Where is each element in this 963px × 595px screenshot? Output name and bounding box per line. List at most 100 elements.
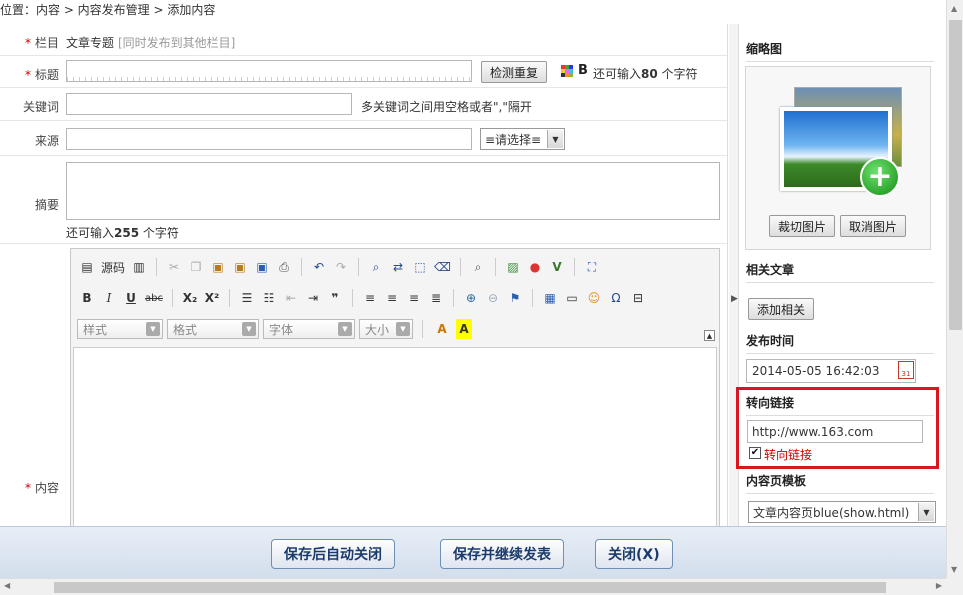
rich-text-editor: ▤ 源码 ▥ ✂ ❐ ▣ ▣ ▣ ⎙ ↶ ↷ ⌕ ⇄ ⬚ ⌫ ⌕ ▨ ● V ⛶ xyxy=(70,248,720,526)
chevron-down-icon: ▼ xyxy=(547,130,563,148)
editor-toolbar-2: B I U abc X₂ X² ☰ ☷ ⇤ ⇥ ❞ ≡ ≡ ≡ ≣ ⊕ ⊖ ⚑ … xyxy=(77,286,648,310)
chevron-down-icon: ▼ xyxy=(338,322,352,336)
source-select-value: ≡请选择≡ xyxy=(485,132,542,147)
bold-button[interactable]: B xyxy=(77,288,97,308)
style-combo[interactable]: 样式 ▼ xyxy=(77,319,163,339)
column-value: 文章专题 xyxy=(66,36,115,50)
maximize-icon[interactable]: ⛶ xyxy=(582,257,602,277)
title-input[interactable] xyxy=(66,60,472,82)
keywords-input[interactable] xyxy=(66,93,352,115)
italic-button[interactable]: I xyxy=(99,288,119,308)
save-close-button[interactable]: 保存后自动关闭 xyxy=(271,539,395,569)
editor-toolbar-1: ▤ 源码 ▥ ✂ ❐ ▣ ▣ ▣ ⎙ ↶ ↷ ⌕ ⇄ ⬚ ⌫ ⌕ ▨ ● V ⛶ xyxy=(77,255,602,279)
calendar-icon[interactable]: 31 xyxy=(898,361,914,379)
paste-text-icon[interactable]: ▣ xyxy=(230,257,250,277)
image-icon[interactable]: ▨ xyxy=(503,257,523,277)
table-icon[interactable]: ▦ xyxy=(540,288,560,308)
summary-row: 摘要 还可输入255 个字符 xyxy=(0,156,727,244)
vertical-scrollbar[interactable]: ▲ ▼ xyxy=(946,0,963,578)
cut-icon[interactable]: ✂ xyxy=(164,257,184,277)
title-label: 标题 xyxy=(34,68,59,82)
find-icon[interactable]: ⌕ xyxy=(366,257,386,277)
unlink-icon[interactable]: ⊖ xyxy=(483,288,503,308)
publish-time-input[interactable]: 2014-05-05 16:42:03 xyxy=(746,359,916,383)
select-all-icon[interactable]: ⬚ xyxy=(410,257,430,277)
redo-icon[interactable]: ↷ xyxy=(331,257,351,277)
paste-word-icon[interactable]: ▣ xyxy=(252,257,272,277)
editor-content-area[interactable] xyxy=(73,347,717,526)
anchor-flag-icon[interactable]: ⚑ xyxy=(505,288,525,308)
font-combo[interactable]: 字体 ▼ xyxy=(263,319,355,339)
required-mark: * xyxy=(24,36,31,50)
scroll-left-icon[interactable]: ◀ xyxy=(4,581,10,590)
cancel-image-button[interactable]: 取消图片 xyxy=(840,215,907,237)
source-select[interactable]: ≡请选择≡ ▼ xyxy=(480,128,565,150)
action-bar: 保存后自动关闭 保存并继续发表 关闭(X) xyxy=(0,526,946,578)
source-button[interactable]: 源码 xyxy=(99,257,127,277)
special-char-icon[interactable]: Ω xyxy=(606,288,626,308)
breadcrumb: 位置：内容 > 内容发布管理 > 添加内容 xyxy=(0,3,216,17)
superscript-button[interactable]: X² xyxy=(202,288,222,308)
close-button[interactable]: 关闭(X) xyxy=(595,539,673,569)
add-image-icon[interactable]: + xyxy=(860,157,900,197)
collapse-toolbar-icon[interactable]: ▲ xyxy=(704,330,715,341)
other-columns-link[interactable]: [同时发布到其他栏目] xyxy=(118,34,235,51)
title-hint-post: 个字符 xyxy=(661,67,698,81)
horizontal-rule-icon[interactable]: ▭ xyxy=(562,288,582,308)
undo-icon[interactable]: ↶ xyxy=(309,257,329,277)
video-icon[interactable]: V xyxy=(547,257,567,277)
align-left-icon[interactable]: ≡ xyxy=(360,288,380,308)
bg-color-button[interactable]: A xyxy=(456,319,472,339)
thumbnail-title: 缩略图 xyxy=(746,40,934,62)
crop-image-button[interactable]: 裁切图片 xyxy=(769,215,836,237)
smiley-icon[interactable]: ☺ xyxy=(584,288,604,308)
blockquote-button[interactable]: ❞ xyxy=(325,288,345,308)
scroll-right-icon[interactable]: ▶ xyxy=(936,581,942,590)
source-row: 来源 ≡请选择≡ ▼ xyxy=(0,121,727,156)
chevron-down-icon: ▼ xyxy=(242,322,256,336)
horizontal-scrollbar[interactable]: ◀ ▶ xyxy=(0,578,946,595)
collapse-arrow-icon[interactable]: ▶ xyxy=(731,294,738,304)
horizontal-scroll-thumb[interactable] xyxy=(54,582,886,593)
unordered-list-icon[interactable]: ☷ xyxy=(259,288,279,308)
check-duplicate-button[interactable]: 检测重复 xyxy=(481,61,548,83)
underline-button[interactable]: U xyxy=(121,288,141,308)
outdent-icon[interactable]: ⇤ xyxy=(281,288,301,308)
replace-icon[interactable]: ⇄ xyxy=(388,257,408,277)
content-form: * 栏目 文章专题 [同时发布到其他栏目] * 标题 检测重复 B 还可输入80 个… xyxy=(0,24,728,526)
vertical-scroll-thumb[interactable] xyxy=(949,20,962,330)
required-mark: * xyxy=(24,68,31,82)
bold-title-icon[interactable]: B xyxy=(578,63,588,78)
preview-icon[interactable]: ⌕ xyxy=(468,257,488,277)
text-color-button[interactable]: A xyxy=(432,319,452,339)
indent-icon[interactable]: ⇥ xyxy=(303,288,323,308)
publish-time-title: 发布时间 xyxy=(746,332,934,354)
summary-textarea[interactable] xyxy=(66,162,720,220)
link-icon[interactable]: ⊕ xyxy=(461,288,481,308)
thumbnail-box[interactable]: + 裁切图片 取消图片 xyxy=(745,66,931,250)
size-combo[interactable]: 大小 ▼ xyxy=(359,319,413,339)
subscript-button[interactable]: X₂ xyxy=(180,288,200,308)
strike-button[interactable]: abc xyxy=(143,288,165,308)
keywords-hint: 多关键词之间用空格或者","隔开 xyxy=(361,100,532,114)
flash-icon[interactable]: ● xyxy=(525,257,545,277)
ordered-list-icon[interactable]: ☰ xyxy=(237,288,257,308)
source-input[interactable] xyxy=(66,128,472,150)
format-combo[interactable]: 格式 ▼ xyxy=(167,319,259,339)
color-palette-icon[interactable] xyxy=(561,65,573,77)
copy-icon[interactable]: ❐ xyxy=(186,257,206,277)
remove-format-icon[interactable]: ⌫ xyxy=(432,257,453,277)
scroll-down-icon[interactable]: ▼ xyxy=(951,565,957,574)
page-break-icon[interactable]: ⊟ xyxy=(628,288,648,308)
print-icon[interactable]: ⎙ xyxy=(274,257,294,277)
scroll-up-icon[interactable]: ▲ xyxy=(951,4,957,13)
align-right-icon[interactable]: ≡ xyxy=(404,288,424,308)
save-continue-button[interactable]: 保存并继续发表 xyxy=(440,539,564,569)
paste-icon[interactable]: ▣ xyxy=(208,257,228,277)
add-related-button[interactable]: 添加相关 xyxy=(748,298,815,320)
template-select[interactable]: 文章内容页blue(show.html) ▼ xyxy=(748,501,936,523)
source-icon[interactable]: ▤ xyxy=(77,257,97,277)
template-icon[interactable]: ▥ xyxy=(129,257,149,277)
align-center-icon[interactable]: ≡ xyxy=(382,288,402,308)
align-justify-icon[interactable]: ≣ xyxy=(426,288,446,308)
